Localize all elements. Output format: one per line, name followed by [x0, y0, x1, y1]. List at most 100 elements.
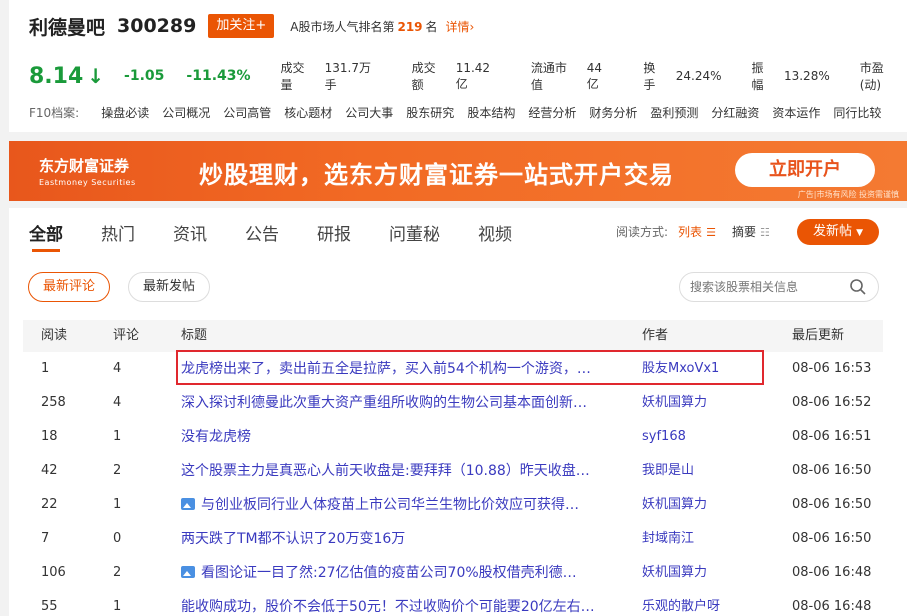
view-mode-label: 阅读方式: — [616, 225, 669, 239]
stat-label-volume: 成交量 — [280, 61, 305, 92]
f10-nav: F10档案: 操盘必读 公司概况 公司高管 核心题材 公司大事 股东研究 股本结… — [29, 102, 894, 122]
f10-item-operations[interactable]: 经营分析 — [528, 104, 576, 121]
tab-all[interactable]: 全部 — [29, 220, 63, 252]
row-author-link[interactable]: 股友MxoVx1 — [642, 352, 772, 386]
row-time: 08-06 16:50 — [792, 463, 872, 478]
row-title-link[interactable]: 能收购成功，股价不会低于50元！不过收购价个可能要20亿左右… — [181, 590, 623, 616]
row-title-link[interactable]: 龙虎榜出来了，卖出前五全是拉萨，买入前54个机构一个游资，… — [181, 352, 623, 386]
row-title-link[interactable]: 与创业板同行业人体疫苗上市公司华兰生物比价效应可获得… — [181, 488, 623, 522]
row-time: 08-06 16:53 — [792, 361, 872, 376]
view-mode-abstract[interactable]: 摘要 ☷ — [732, 223, 770, 240]
tab-ask-secretary[interactable]: 问董秘 — [389, 220, 440, 252]
table-row[interactable]: 55 1 能收购成功，股价不会低于50元！不过收购价个可能要20亿左右… 乐观的… — [23, 590, 883, 616]
view-mode-list[interactable]: 列表 ☰ — [678, 223, 716, 240]
title-row: 利德曼吧 300289 加关注+ A股市场人气排名第 219 名 详情› — [29, 12, 474, 40]
new-post-label: 发新帖 — [812, 224, 852, 239]
stat-value-amplitude: 13.28% — [783, 69, 830, 83]
f10-item-dividends[interactable]: 分红融资 — [711, 104, 759, 121]
stock-code: 300289 — [117, 15, 197, 37]
f10-item-peer-compare[interactable]: 同行比较 — [833, 104, 881, 121]
tab-announcements[interactable]: 公告 — [245, 220, 279, 252]
f10-item-financials[interactable]: 财务分析 — [589, 104, 637, 121]
table-row[interactable]: 42 2 这个股票主力是真恶心人前天收盘是:要拜拜（10.88）昨天收盘… 我即… — [23, 454, 883, 488]
f10-item-core-themes[interactable]: 核心题材 — [284, 104, 332, 121]
row-title-text: 与创业板同行业人体疫苗上市公司华兰生物比价效应可获得… — [201, 497, 579, 513]
header-read: 阅读 — [41, 328, 68, 343]
row-title-link[interactable]: 两天跌了TM都不认识了20万变16万 — [181, 522, 623, 556]
table-row[interactable]: 1 4 龙虎榜出来了，卖出前五全是拉萨，买入前54个机构一个游资，… 股友Mxo… — [23, 352, 883, 386]
row-title-link[interactable]: 看图论证一目了然:27亿估值的疫苗公司70%股权借壳利德… — [181, 556, 623, 590]
row-comment-count: 4 — [113, 361, 122, 376]
view-mode-list-label: 列表 — [678, 225, 703, 239]
table-row[interactable]: 22 1 与创业板同行业人体疫苗上市公司华兰生物比价效应可获得… 妖机国算力 0… — [23, 488, 883, 522]
row-author-link[interactable]: 封域南江 — [642, 522, 772, 556]
row-comment-count: 0 — [113, 531, 122, 546]
row-time: 08-06 16:48 — [792, 565, 872, 580]
stat-label-float-cap: 流通市值 — [530, 61, 567, 92]
f10-item-forecast[interactable]: 盈利预测 — [650, 104, 698, 121]
f10-item-shareholders[interactable]: 股东研究 — [406, 104, 454, 121]
tab-research[interactable]: 研报 — [317, 220, 351, 252]
f10-item-trading-guide[interactable]: 操盘必读 — [101, 104, 149, 121]
new-post-button[interactable]: 发新帖 ▼ — [797, 219, 879, 245]
f10-item-share-structure[interactable]: 股本结构 — [467, 104, 515, 121]
f10-item-capital-ops[interactable]: 资本运作 — [772, 104, 820, 121]
table-row[interactable]: 18 1 没有龙虎榜 syf168 08-06 16:51 — [23, 420, 883, 454]
f10-item-executives[interactable]: 公司高管 — [223, 104, 271, 121]
f10-item-company-profile[interactable]: 公司概况 — [162, 104, 210, 121]
row-author-link[interactable]: 乐观的散户呀 — [642, 590, 772, 616]
ad-banner[interactable]: 东方财富证券 Eastmoney Securities 炒股理财，选东方财富证券… — [9, 141, 907, 201]
current-price: 8.14 — [29, 63, 84, 89]
down-arrow-icon: ↓ — [87, 64, 105, 88]
price-change: -1.05 — [124, 68, 165, 84]
forum-panel: 全部 热门 资讯 公告 研报 问董秘 视频 阅读方式: 列表 ☰ 摘要 ☷ 发新帖 … — [9, 208, 907, 616]
row-read-count: 18 — [41, 429, 58, 444]
tab-hot[interactable]: 热门 — [101, 220, 135, 252]
row-title-link[interactable]: 这个股票主力是真恶心人前天收盘是:要拜拜（10.88）昨天收盘… — [181, 454, 623, 488]
row-author-link[interactable]: 我即是山 — [642, 454, 772, 488]
row-comment-count: 2 — [113, 565, 122, 580]
rank-prefix: A股市场人气排名第 — [290, 19, 395, 34]
header-last-update: 最后更新 — [792, 328, 845, 343]
bar-name[interactable]: 利德曼吧 — [29, 13, 105, 40]
follow-button[interactable]: 加关注+ — [208, 14, 275, 38]
table-row[interactable]: 258 4 深入探讨利德曼此次重大资产重组所收购的生物公司基本面创新… 妖机国算… — [23, 386, 883, 420]
f10-item-major-events[interactable]: 公司大事 — [345, 104, 393, 121]
row-comment-count: 1 — [113, 429, 122, 444]
stat-label-pe: 市盈(动) — [859, 61, 884, 92]
row-time: 08-06 16:50 — [792, 531, 872, 546]
row-time: 08-06 16:52 — [792, 395, 872, 410]
search-icon[interactable] — [849, 278, 867, 296]
row-title-link[interactable]: 深入探讨利德曼此次重大资产重组所收购的生物公司基本面创新… — [181, 386, 623, 420]
header-title: 标题 — [181, 328, 208, 343]
table-row[interactable]: 7 0 两天跌了TM都不认识了20万变16万 封域南江 08-06 16:50 — [23, 522, 883, 556]
row-author-link[interactable]: syf168 — [642, 420, 772, 454]
row-comment-count: 1 — [113, 599, 122, 614]
stat-label-turnover-rate: 换手 — [643, 61, 656, 92]
open-account-button[interactable]: 立即开户 — [735, 153, 875, 187]
banner-slogan: 炒股理财，选东方财富证券一站式开户交易 — [199, 161, 674, 189]
header-comment: 评论 — [113, 328, 140, 343]
logo-main-text: 东方财富证券 — [39, 157, 130, 175]
rank-detail-link[interactable]: 详情› — [446, 18, 475, 35]
stock-header-panel: 利德曼吧 300289 加关注+ A股市场人气排名第 219 名 详情› 8.14 … — [9, 0, 907, 132]
tab-video[interactable]: 视频 — [478, 220, 512, 252]
price-change-percent: -11.43% — [186, 68, 251, 84]
tab-news[interactable]: 资讯 — [173, 220, 207, 252]
row-read-count: 22 — [41, 497, 58, 512]
list-icon: ☰ — [706, 226, 716, 239]
rank-value: 219 — [397, 19, 423, 34]
sort-latest-comment-button[interactable]: 最新评论 — [28, 272, 110, 302]
row-author-link[interactable]: 妖机国算力 — [642, 488, 772, 522]
row-author-link[interactable]: 妖机国算力 — [642, 556, 772, 590]
image-icon — [181, 566, 195, 578]
table-row[interactable]: 106 2 看图论证一目了然:27亿估值的疫苗公司70%股权借壳利德… 妖机国算… — [23, 556, 883, 590]
rank-suffix: 名 — [425, 19, 438, 34]
row-author-link[interactable]: 妖机国算力 — [642, 386, 772, 420]
stat-label-turnover: 成交额 — [411, 61, 436, 92]
sort-latest-post-button[interactable]: 最新发帖 — [128, 272, 210, 302]
row-title-link[interactable]: 没有龙虎榜 — [181, 420, 623, 454]
eastmoney-logo: 东方财富证券 Eastmoney Securities — [39, 155, 136, 187]
popularity-rank: A股市场人气排名第 219 名 — [290, 18, 437, 35]
post-table-header: 阅读 评论 标题 作者 最后更新 — [23, 320, 883, 352]
